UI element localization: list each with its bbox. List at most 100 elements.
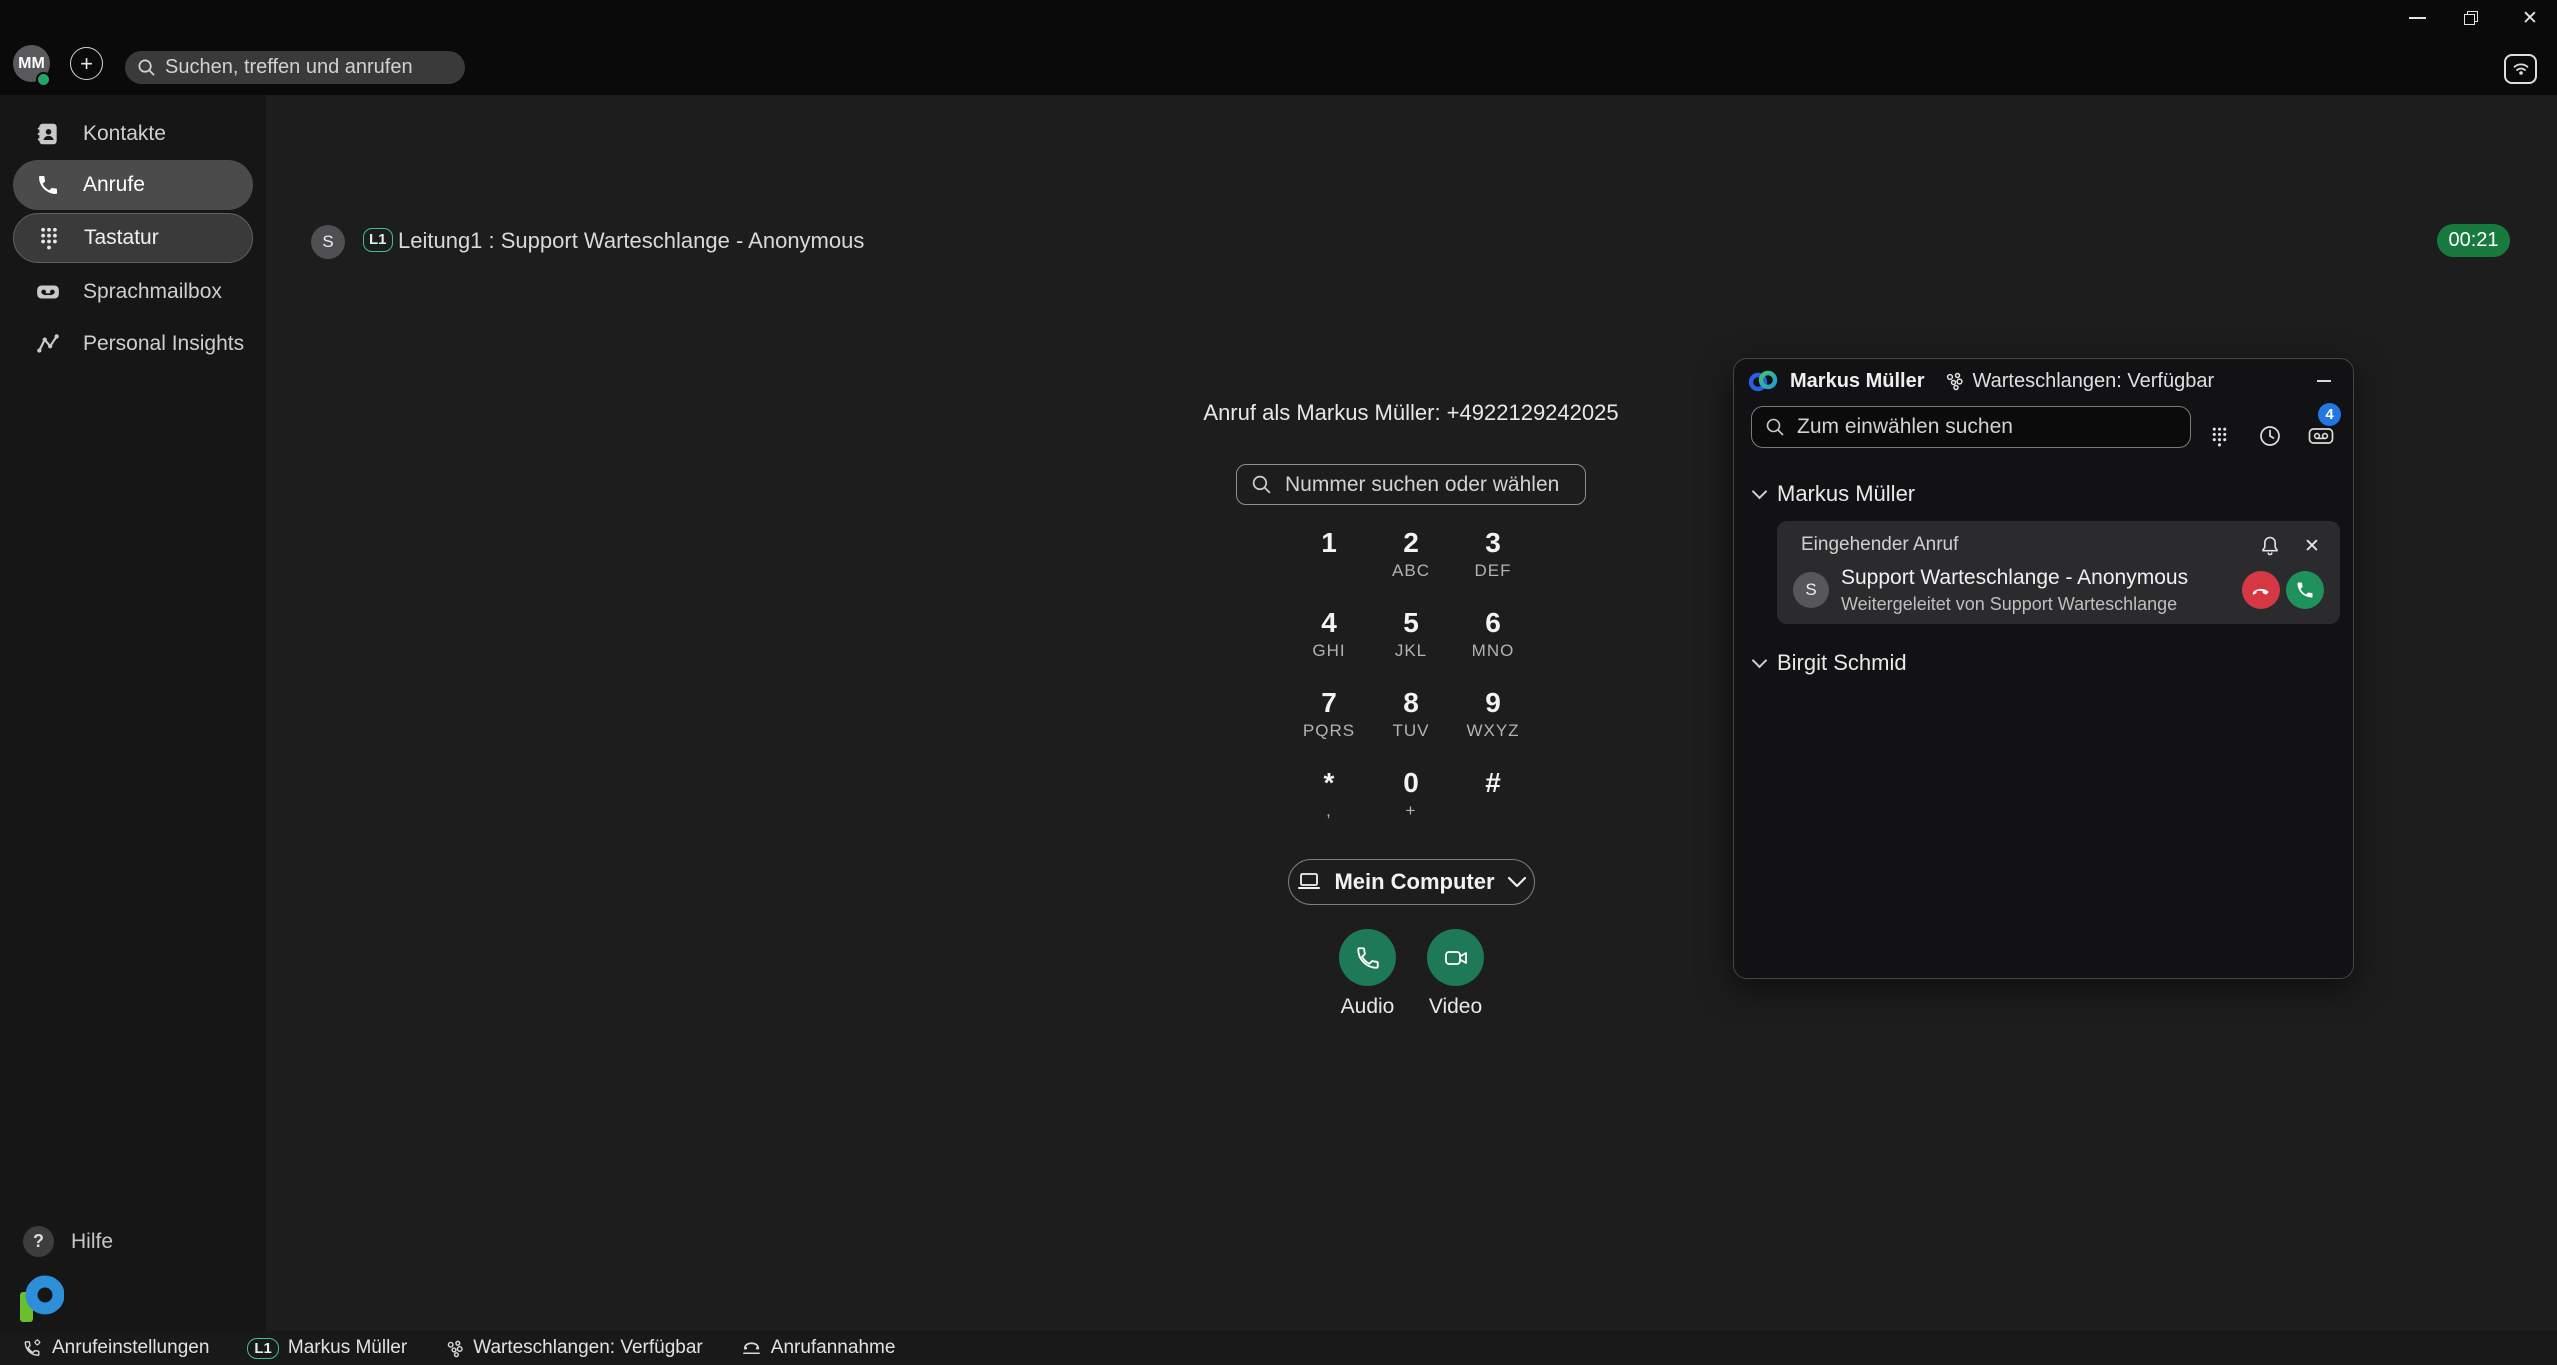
- sidebar-item-kontakte[interactable]: Kontakte: [13, 109, 253, 159]
- sidebar-label: Sprachmailbox: [83, 280, 222, 304]
- key-7[interactable]: 7PQRS: [1288, 686, 1370, 766]
- phone-icon: [34, 173, 62, 197]
- status-bar: Anrufeinstellungen L1 Markus Müller Wart…: [0, 1331, 2557, 1365]
- voicemail-count-badge: 4: [2318, 403, 2341, 426]
- key-4[interactable]: 4GHI: [1288, 606, 1370, 686]
- help-label: Hilfe: [71, 1230, 113, 1254]
- mute-ring-button[interactable]: [2255, 531, 2285, 561]
- incoming-call-label: Eingehender Anruf: [1801, 534, 1958, 556]
- global-search-input[interactable]: [165, 56, 453, 79]
- sidebar-item-personal-insights[interactable]: Personal Insights: [13, 319, 253, 369]
- key-2[interactable]: 2ABC: [1370, 526, 1452, 606]
- dialpad-icon: [2210, 425, 2229, 448]
- global-search[interactable]: [125, 51, 465, 84]
- popup-header: Markus Müller Warteschlangen: Verfügbar: [1734, 359, 2353, 403]
- window-minimize-button[interactable]: [2395, 0, 2439, 36]
- keypad: 1 2ABC 3DEF 4GHI 5JKL 6MNO 7PQRS 8TUV 9W…: [1288, 526, 1534, 846]
- popup-section-birgit[interactable]: Birgit Schmid: [1754, 650, 1907, 676]
- webex-app-window: MM + ✕ Kontakte: [0, 0, 2557, 1365]
- line-badge: L1: [247, 1338, 279, 1359]
- incoming-call-subtitle: Weitergeleitet von Support Warteschlange: [1841, 594, 2177, 615]
- section-name: Markus Müller: [1777, 481, 1915, 507]
- line-selector[interactable]: L1 Markus Müller: [247, 1337, 407, 1359]
- search-icon: [1765, 417, 1785, 437]
- search-icon: [1251, 474, 1272, 495]
- sidebar-label: Kontakte: [83, 122, 166, 146]
- call-title: Leitung1 : Support Warteschlange - Anony…: [398, 227, 864, 255]
- line-user-label: Markus Müller: [288, 1337, 407, 1359]
- presence-status-dot: [36, 72, 51, 87]
- popup-owner-name: Markus Müller: [1790, 370, 1924, 393]
- video-camera-icon: [1442, 946, 1470, 970]
- window-restore-button[interactable]: [2449, 0, 2493, 36]
- contacts-icon: [34, 121, 62, 147]
- help-button[interactable]: ? Hilfe: [23, 1226, 113, 1257]
- sidebar-label: Anrufe: [83, 173, 145, 197]
- decline-call-button[interactable]: [2242, 571, 2280, 609]
- popup-queue-status[interactable]: Warteschlangen: Verfügbar: [1944, 370, 2214, 393]
- window-close-button[interactable]: ✕: [2508, 0, 2552, 36]
- key-8[interactable]: 8TUV: [1370, 686, 1452, 766]
- placetel-logo: [20, 1268, 64, 1324]
- queue-status-text: Warteschlangen: Verfügbar: [1972, 370, 2214, 393]
- call-as-label: Anruf als Markus Müller: +4922129242025: [1136, 400, 1686, 426]
- sidebar-label: Personal Insights: [83, 332, 244, 356]
- line-badge: L1: [363, 228, 393, 252]
- key-0[interactable]: 0+: [1370, 766, 1452, 846]
- dial-search-input[interactable]: [1285, 473, 1571, 497]
- sidebar: Kontakte Anrufe Tastatur Sprachmailbox P…: [0, 95, 266, 1331]
- accept-call-button[interactable]: [2286, 571, 2324, 609]
- section-name: Birgit Schmid: [1777, 650, 1907, 676]
- popup-minimize-button[interactable]: [2309, 368, 2339, 394]
- key-6[interactable]: 6MNO: [1452, 606, 1534, 686]
- active-call-banner[interactable]: S L1 Leitung1 : Support Warteschlange - …: [266, 95, 2557, 225]
- handset-pickup-icon: [741, 1339, 762, 1357]
- chevron-down-icon: [1752, 653, 1768, 669]
- call-control-popup: Markus Müller Warteschlangen: Verfügbar: [1733, 358, 2354, 979]
- video-call-button[interactable]: [1427, 929, 1484, 986]
- key-star[interactable]: *,: [1288, 766, 1370, 846]
- laptop-icon: [1296, 871, 1322, 893]
- sidebar-item-tastatur[interactable]: Tastatur: [13, 213, 253, 263]
- key-5[interactable]: 5JKL: [1370, 606, 1452, 686]
- queue-icon: [1944, 371, 1964, 391]
- call-pickup-button[interactable]: Anrufannahme: [741, 1337, 896, 1359]
- call-pickup-label: Anrufannahme: [771, 1337, 896, 1359]
- call-duration-badge: 00:21: [2437, 224, 2510, 257]
- queue-status-label: Warteschlangen: Verfügbar: [473, 1337, 703, 1359]
- restore-icon: [2464, 11, 2478, 25]
- key-1[interactable]: 1: [1288, 526, 1370, 606]
- voicemail-icon: [2308, 426, 2334, 446]
- sidebar-item-sprachmailbox[interactable]: Sprachmailbox: [13, 267, 253, 317]
- call-settings-button[interactable]: Anrufeinstellungen: [22, 1337, 209, 1359]
- popup-recents-button[interactable]: [2252, 418, 2288, 454]
- video-label: Video: [1427, 995, 1484, 1019]
- clock-icon: [2258, 424, 2282, 448]
- chevron-down-icon: [1752, 484, 1768, 500]
- dismiss-call-button[interactable]: ✕: [2297, 531, 2327, 561]
- bell-icon: [2260, 535, 2280, 557]
- dial-search[interactable]: [1236, 464, 1586, 505]
- key-hash[interactable]: #: [1452, 766, 1534, 846]
- insights-icon: [34, 331, 62, 357]
- wireless-share-icon: [2511, 61, 2531, 77]
- incoming-call-title: Support Warteschlange - Anonymous: [1841, 566, 2188, 590]
- popup-dialpad-button[interactable]: [2201, 418, 2237, 454]
- popup-search[interactable]: [1751, 406, 2191, 448]
- device-selector[interactable]: Mein Computer: [1288, 859, 1535, 905]
- audio-call-button[interactable]: [1339, 929, 1396, 986]
- sidebar-item-anrufe[interactable]: Anrufe: [13, 160, 253, 210]
- caller-avatar: S: [311, 225, 345, 259]
- popup-search-input[interactable]: [1797, 415, 2177, 439]
- help-icon: ?: [23, 1226, 54, 1257]
- key-3[interactable]: 3DEF: [1452, 526, 1534, 606]
- queue-icon: [445, 1339, 464, 1358]
- add-button[interactable]: +: [70, 47, 103, 80]
- connect-to-device-button[interactable]: [2504, 54, 2537, 84]
- chevron-down-icon: [1507, 876, 1527, 888]
- audio-label: Audio: [1339, 995, 1396, 1019]
- key-9[interactable]: 9WXYZ: [1452, 686, 1534, 766]
- popup-section-markus[interactable]: Markus Müller: [1754, 481, 1915, 507]
- search-icon: [137, 58, 156, 77]
- queue-status-button[interactable]: Warteschlangen: Verfügbar: [445, 1337, 703, 1359]
